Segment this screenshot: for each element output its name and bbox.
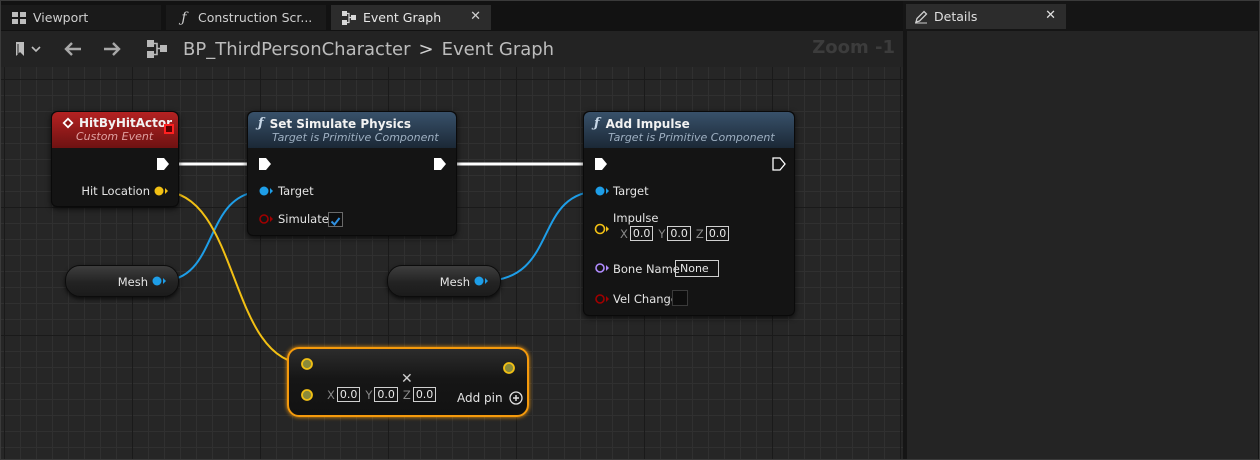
pin-label-target: Target (278, 184, 314, 198)
vector-z-field[interactable]: 0.0 (412, 387, 437, 402)
variable-label: Mesh (439, 275, 470, 289)
axis-label-y: Y (658, 226, 666, 241)
breadcrumb: BP_ThirdPersonCharacter > Event Graph (183, 31, 554, 67)
add-impulse-node[interactable]: ƒ Add Impulse Target is Primitive Compone… (583, 111, 795, 316)
graph-icon (341, 10, 357, 26)
pencil-icon (914, 10, 928, 24)
add-pin-label: Add pin (457, 391, 503, 405)
operator-icon: ✕ (401, 371, 413, 387)
axis-label-z: Z (402, 387, 411, 402)
add-circle-icon (508, 391, 523, 405)
node-subtitle: Custom Event (76, 130, 154, 143)
function-icon: ƒ (594, 116, 600, 131)
arrow-right-icon (104, 42, 121, 56)
add-pin-button[interactable]: Add pin (457, 391, 523, 405)
node-header: ƒ Add Impulse Target is Primitive Compone… (584, 112, 794, 148)
tab-bar: Viewport ƒ Construction Scr... Event Gra… (1, 1, 903, 31)
node-title: Set Simulate Physics (269, 116, 412, 131)
viewport-grid-icon (11, 10, 27, 26)
graph-canvas[interactable]: HitByHitActor Custom Event Hit Location … (1, 67, 903, 459)
node-title: HitByHitActor (79, 116, 173, 130)
pin-label-target: Target (613, 184, 649, 198)
mesh-variable-node[interactable]: Mesh (65, 265, 179, 297)
node-subtitle: Target is Primitive Component (272, 131, 439, 144)
tab-details[interactable]: Details ✕ (906, 4, 1066, 29)
axis-label-x: X (327, 387, 335, 402)
graph-icon (145, 38, 169, 60)
back-button[interactable] (61, 39, 85, 59)
impulse-x-field[interactable]: 0.0 (629, 226, 654, 241)
axis-label-y: Y (365, 387, 373, 402)
pin-label-impulse: Impulse (613, 211, 659, 225)
hit-by-hit-actor-node[interactable]: HitByHitActor Custom Event Hit Location (51, 111, 179, 207)
impulse-z-field[interactable]: 0.0 (705, 226, 730, 241)
tab-label: Construction Scr... (198, 10, 313, 25)
breadcrumb-graph: Event Graph (441, 38, 555, 60)
pin-label-hit-location: Hit Location (81, 184, 150, 198)
close-icon[interactable]: ✕ (1045, 8, 1056, 23)
bookmark-icon (16, 42, 41, 56)
set-simulate-physics-node[interactable]: ƒ Set Simulate Physics Target is Primitiv… (247, 111, 457, 236)
node-title: Add Impulse (605, 116, 690, 131)
pin-label-vel-change: Vel Change (613, 292, 678, 306)
axis-label-x: X (620, 226, 628, 241)
checkmark-icon (330, 217, 341, 227)
close-icon[interactable]: ✕ (470, 9, 481, 24)
tab-event-graph[interactable]: Event Graph ✕ (331, 5, 491, 30)
tab-viewport[interactable]: Viewport (1, 5, 161, 30)
tab-label: Event Graph (363, 10, 442, 25)
vel-change-checkbox[interactable] (672, 290, 688, 306)
graph-toolbar: BP_ThirdPersonCharacter > Event Graph Zo… (1, 31, 903, 67)
bookmark-dropdown[interactable] (13, 40, 45, 58)
event-diamond-icon (62, 117, 74, 129)
node-header: HitByHitActor Custom Event (52, 112, 178, 148)
pin-label-simulate: Simulate (278, 212, 329, 226)
simulate-checkbox[interactable] (328, 212, 343, 227)
vector-fields: X 0.0 Y 0.0 Z 0.0 (327, 387, 438, 402)
impulse-vector-fields: X 0.0 Y 0.0 Z 0.0 (620, 226, 731, 241)
node-header: ƒ Set Simulate Physics Target is Primitiv… (248, 112, 456, 148)
add-vector-node[interactable]: ✕ X 0.0 Y 0.0 Z 0.0 Add pin (287, 347, 529, 417)
pin-label-bone-name: Bone Name (613, 262, 680, 276)
variable-label: Mesh (117, 275, 148, 289)
node-subtitle: Target is Primitive Component (608, 131, 775, 144)
axis-label-z: Z (695, 226, 704, 241)
breadcrumb-blueprint[interactable]: BP_ThirdPersonCharacter (183, 39, 410, 60)
breadcrumb-separator: > (418, 38, 434, 60)
tab-construction-script[interactable]: ƒ Construction Scr... (166, 5, 326, 30)
zoom-level: Zoom -1 (812, 37, 895, 58)
vector-x-field[interactable]: 0.0 (336, 387, 361, 402)
delegate-pin-icon[interactable] (164, 124, 174, 134)
mesh-variable-node[interactable]: Mesh (387, 265, 501, 297)
vector-y-field[interactable]: 0.0 (374, 387, 398, 402)
bone-name-field[interactable]: None (675, 260, 719, 277)
details-panel (907, 31, 1258, 459)
forward-button[interactable] (100, 39, 124, 59)
function-icon: ƒ (258, 116, 264, 131)
arrow-left-icon (64, 42, 81, 56)
tab-label: Details (934, 9, 978, 24)
impulse-y-field[interactable]: 0.0 (667, 226, 691, 241)
function-icon: ƒ (181, 9, 187, 26)
tab-label: Viewport (33, 10, 89, 25)
